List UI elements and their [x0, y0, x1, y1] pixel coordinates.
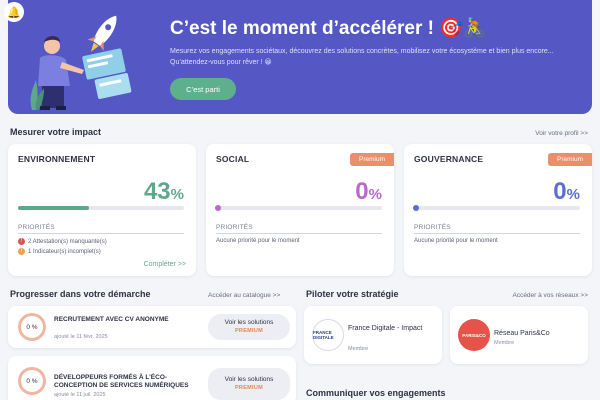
- priorities-label: PRIORITÉS: [18, 224, 184, 234]
- networks-link[interactable]: Accéder à vos réseaux >>: [512, 292, 588, 299]
- step-card[interactable]: 0 % DÉVELOPPEURS FORMÉS À L’ÉCO-CONCEPTI…: [8, 356, 296, 400]
- bell-icon[interactable]: 🔔: [4, 2, 24, 22]
- view-solutions-button[interactable]: Voir les solutions PREMIUM: [208, 314, 290, 340]
- premium-label: PREMIUM: [234, 385, 264, 391]
- view-solutions-button[interactable]: Voir les solutions PREMIUM: [208, 368, 290, 400]
- progress-bar: [413, 205, 580, 211]
- hero-banner: C’est le moment d’accélérer ! 🎯🚴 Mesurez…: [8, 0, 592, 114]
- network-name: France Digitale - Impact: [348, 325, 423, 332]
- progress-bar: [18, 206, 184, 210]
- card-name: ENVIRONNEMENT: [18, 154, 96, 164]
- warning-icon: !: [18, 238, 25, 245]
- catalogue-link[interactable]: Accéder au catalogue >>: [208, 292, 280, 299]
- premium-label: PREMIUM: [234, 328, 264, 334]
- priority-item[interactable]: i1 Indicateur(s) incomplet(s): [18, 248, 101, 255]
- priority-item[interactable]: ! 2 Attestation(s) manquante(s): [18, 238, 107, 245]
- progress-fill: [18, 206, 90, 210]
- step-progress-ring: 0 %: [18, 367, 46, 395]
- network-card-paris-co[interactable]: PARIS&CO Réseau Paris&Co Membre: [450, 306, 588, 364]
- network-card-france-digitale[interactable]: FRANCE DIGITALE France Digitale - Impact…: [304, 306, 442, 364]
- step-card[interactable]: 0 % RECRUTEMENT AVEC CV ANONYME ajouté l…: [8, 306, 296, 348]
- impact-percent: 43%: [143, 178, 184, 205]
- strategy-section-title: Piloter votre stratégie: [306, 289, 399, 299]
- premium-badge: Premium: [547, 153, 592, 166]
- impact-section-title: Mesurer votre impact: [10, 127, 102, 137]
- progress-section-title: Progresser dans votre démarche: [10, 289, 151, 299]
- impact-card-governance[interactable]: GOUVERNANCE Premium 0% PRIORITÉS Aucune …: [404, 144, 592, 276]
- network-role: Membre: [348, 346, 369, 352]
- network-name: Réseau Paris&Co: [494, 330, 550, 337]
- impact-card-social[interactable]: SOCIAL Premium 0% PRIORITÉS Aucune prior…: [206, 144, 394, 276]
- progress-fill: [215, 205, 221, 211]
- card-name: SOCIAL: [216, 154, 250, 164]
- complete-link[interactable]: Compléter >>: [144, 261, 186, 268]
- step-date: ajouté le 11 juil. 2025: [54, 392, 106, 398]
- hero-description: Mesurez vos engagements sociétaux, décou…: [170, 48, 554, 66]
- progress-fill: [413, 205, 419, 211]
- network-role: Membre: [494, 340, 515, 346]
- profile-link[interactable]: Voir votre profil >>: [535, 130, 588, 137]
- priorities-label: PRIORITÉS: [414, 224, 580, 234]
- impact-percent: 0%: [553, 178, 580, 205]
- hero-cta-button[interactable]: C’est parti: [170, 78, 236, 100]
- france-digitale-logo: FRANCE DIGITALE: [312, 319, 344, 351]
- step-title: RECRUTEMENT AVEC CV ANONYME: [54, 316, 169, 323]
- communicate-section-title: Communiquer vos engagements: [306, 388, 446, 398]
- hero-title: C’est le moment d’accélérer ! 🎯🚴: [170, 18, 487, 39]
- step-date: ajouté le 11 févr. 2025: [54, 334, 108, 340]
- premium-badge: Premium: [349, 153, 394, 166]
- priority-item: Aucune priorité pour le moment: [216, 238, 300, 244]
- info-icon: i: [18, 248, 25, 255]
- impact-card-environment[interactable]: ENVIRONNEMENT 43% PRIORITÉS ! 2 Attestati…: [8, 144, 196, 276]
- card-name: GOUVERNANCE: [414, 154, 484, 164]
- step-title: DÉVELOPPEURS FORMÉS À L’ÉCO-CONCEPTION D…: [54, 374, 189, 389]
- rocket-illustration: [30, 15, 132, 110]
- priorities-label: PRIORITÉS: [216, 224, 382, 234]
- impact-percent: 0%: [355, 178, 382, 205]
- priority-item: Aucune priorité pour le moment: [414, 238, 498, 244]
- paris-co-logo: PARIS&CO: [458, 319, 490, 351]
- progress-bar: [215, 205, 382, 211]
- step-progress-ring: 0 %: [18, 313, 46, 341]
